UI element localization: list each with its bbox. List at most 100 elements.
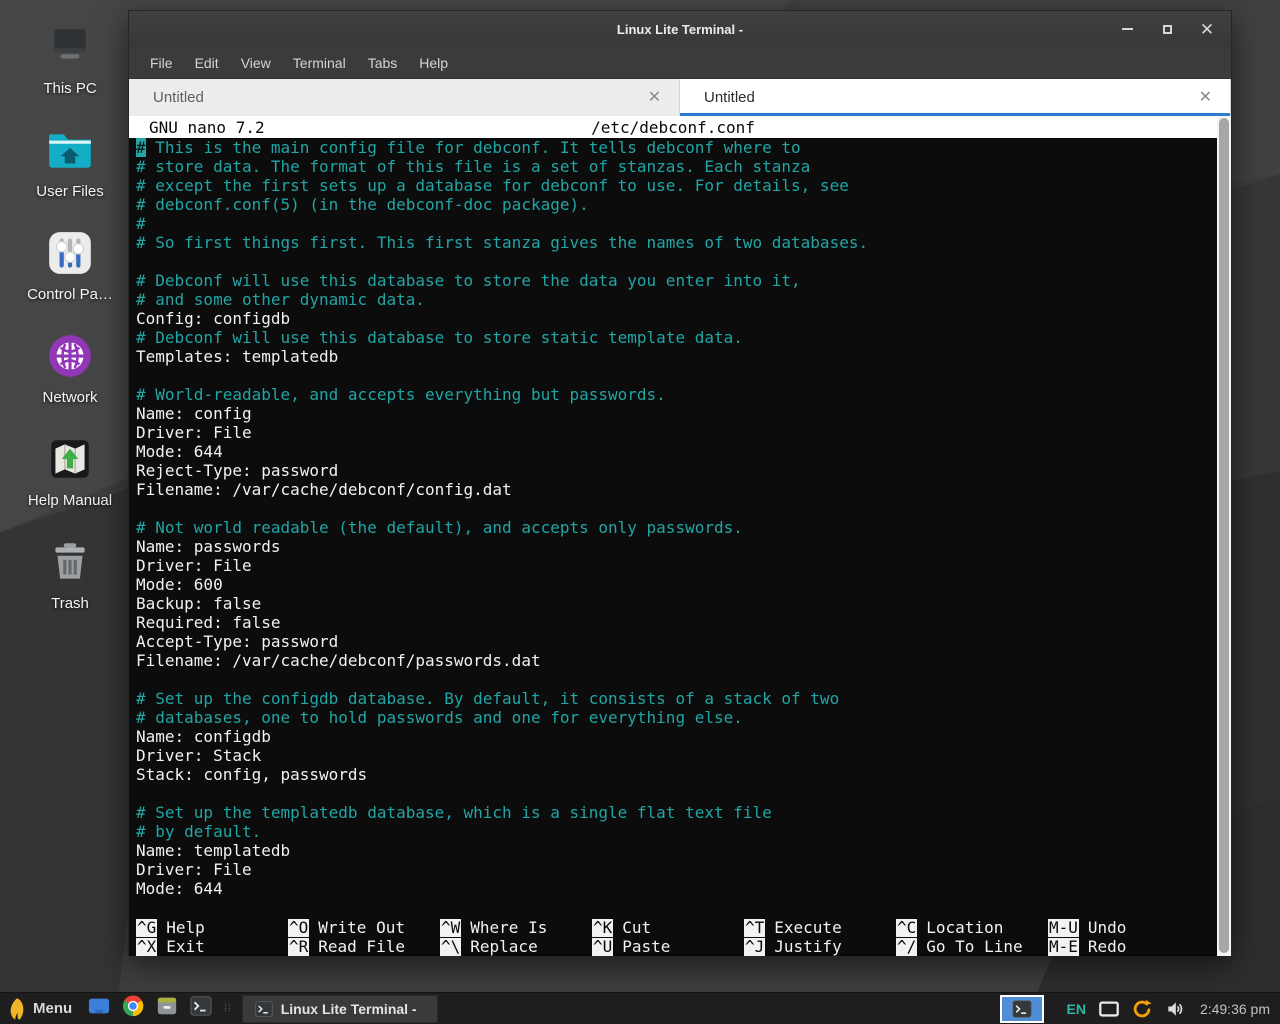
shortcut-go-to-line[interactable]: ^/ Go To Line [896, 937, 1048, 956]
menu-view[interactable]: View [230, 51, 282, 75]
shortcut-exit[interactable]: ^XExit [136, 937, 288, 956]
menu-button[interactable]: Menu [33, 1000, 72, 1017]
shortcut-help[interactable]: ^GHelp [136, 918, 288, 937]
desktop-icon-label: This PC [43, 80, 96, 97]
close-tab-icon[interactable]: ✕ [644, 88, 665, 108]
shortcut-key: ^/ [896, 938, 917, 956]
desktop-icon-this-pc[interactable]: This PC [8, 22, 132, 97]
terminal-launcher[interactable] [189, 997, 213, 1021]
shortcut-key: ^J [744, 938, 765, 956]
shortcut-label: Execute [774, 918, 841, 937]
nano-line: # This is the main config file for debco… [136, 138, 1217, 157]
nano-line: # by default. [136, 822, 1217, 841]
scrollbar-thumb[interactable] [1219, 118, 1229, 953]
chrome-launcher[interactable] [121, 997, 145, 1021]
desktop-icon-network[interactable]: Network [8, 331, 132, 406]
nano-line: Name: passwords [136, 537, 1217, 556]
shortcut-read-file[interactable]: ^RRead File [288, 937, 440, 956]
desktop-icon-label: Help Manual [28, 492, 112, 509]
nano-line: # and some other dynamic data. [136, 290, 1217, 309]
control-panel-icon [45, 228, 95, 278]
nano-line: # Debconf will use this database to stor… [136, 328, 1217, 347]
linux-lite-logo-icon[interactable] [8, 997, 26, 1021]
desktop-icon-trash[interactable]: Trash [8, 537, 132, 612]
shortcut-where-is[interactable]: ^WWhere Is [440, 918, 592, 937]
nano-line: # Set up the configdb database. By defau… [136, 689, 1217, 708]
nano-file-path: /etc/debconf.conf [129, 118, 1217, 137]
menu-terminal[interactable]: Terminal [282, 51, 357, 75]
tray-terminal-button[interactable] [1000, 995, 1044, 1023]
shortcut-label: Paste [622, 937, 670, 956]
shortcut-label: Help [166, 918, 205, 937]
volume-icon[interactable] [1164, 999, 1186, 1019]
shortcut-location[interactable]: ^CLocation [896, 918, 1048, 937]
shortcut-replace[interactable]: ^\Replace [440, 937, 592, 956]
menu-edit[interactable]: Edit [184, 51, 230, 75]
desktop: This PC User Files Control Pa… Network Help … [0, 0, 1280, 1024]
minimize-icon[interactable] [1115, 17, 1139, 41]
nano-line [136, 252, 1217, 271]
shortcut-key: ^O [288, 919, 309, 937]
shortcut-label: Where Is [470, 918, 547, 937]
terminal-view[interactable]: GNU nano 7.2 /etc/debconf.conf # This is… [129, 116, 1231, 956]
shortcut-undo[interactable]: M-UUndo [1048, 918, 1200, 937]
tab-bar: Untitled✕Untitled✕ [129, 79, 1231, 116]
tab-2[interactable]: Untitled✕ [680, 79, 1231, 116]
shortcut-execute[interactable]: ^TExecute [744, 918, 896, 937]
nano-line: # So first things first. This first stan… [136, 233, 1217, 252]
nano-line: # store data. The format of this file is… [136, 157, 1217, 176]
shortcut-cut[interactable]: ^KCut [592, 918, 744, 937]
shortcut-paste[interactable]: ^U Paste [592, 937, 744, 956]
window-outline-icon[interactable] [1098, 999, 1120, 1019]
scrollbar[interactable] [1217, 116, 1231, 956]
terminal-icon [190, 995, 212, 1022]
nano-line: Driver: File [136, 423, 1217, 442]
nano-line: Stack: config, passwords [136, 765, 1217, 784]
nano-line: Name: templatedb [136, 841, 1217, 860]
shortcut-justify[interactable]: ^JJustify [744, 937, 896, 956]
nano-line: # databases, one to hold passwords and o… [136, 708, 1217, 727]
nano-line [136, 499, 1217, 518]
nano-line: # Not world readable (the default), and … [136, 518, 1217, 537]
close-tab-icon[interactable]: ✕ [1195, 88, 1216, 108]
nano-line: Filename: /var/cache/debconf/config.dat [136, 480, 1217, 499]
nano-line: Driver: File [136, 860, 1217, 879]
menu-help[interactable]: Help [408, 51, 459, 75]
keyboard-layout-indicator[interactable]: EN [1066, 1001, 1085, 1017]
nano-shortcuts-row2: ^XExit^RRead File^\Replace^U Paste ^JJusti… [136, 937, 1217, 956]
shortcut-label: Go To Line [926, 937, 1022, 956]
shortcut-key: ^K [592, 919, 613, 937]
nano-line: Driver: File [136, 556, 1217, 575]
desktop-icon-help-manual[interactable]: Help Manual [8, 434, 132, 509]
update-icon[interactable] [1131, 999, 1153, 1019]
file-manager-launcher[interactable] [155, 997, 179, 1021]
tab-1[interactable]: Untitled✕ [129, 79, 680, 116]
shortcut-key: ^C [896, 919, 917, 937]
task-button-terminal[interactable]: Linux Lite Terminal - [242, 995, 438, 1023]
shortcut-redo[interactable]: M-ERedo [1048, 937, 1200, 956]
shortcut-write-out[interactable]: ^O Write Out [288, 918, 440, 937]
desktop-icon-label: Control Pa… [27, 286, 113, 303]
menu-file[interactable]: File [139, 51, 184, 75]
desktop-icons: This PC User Files Control Pa… Network Help … [8, 22, 132, 612]
clock[interactable]: 2:49:36 pm [1200, 1001, 1270, 1017]
file-manager-icon [156, 995, 178, 1022]
nano-line: Templates: templatedb [136, 347, 1217, 366]
menu-tabs[interactable]: Tabs [357, 51, 409, 75]
workspaces-launcher[interactable] [87, 997, 111, 1021]
nano-body[interactable]: # This is the main config file for debco… [129, 138, 1217, 918]
maximize-icon[interactable] [1155, 17, 1179, 41]
close-icon[interactable]: ✕ [1195, 17, 1219, 41]
nano-line: # World-readable, and accepts everything… [136, 385, 1217, 404]
title-bar[interactable]: Linux Lite Terminal - ✕ [129, 11, 1231, 47]
nano-line: # Debconf will use this database to stor… [136, 271, 1217, 290]
desktop-icon-user-files[interactable]: User Files [8, 125, 132, 200]
shortcut-label: Write Out [318, 918, 405, 937]
tab-label: Untitled [153, 89, 644, 106]
shortcut-label: Redo [1088, 937, 1127, 956]
shortcut-label: Undo [1088, 918, 1127, 937]
nano-shortcuts: ^GHelp^O Write Out ^WWhere Is^KCut^TExecut… [129, 918, 1217, 956]
nano-line: # debconf.conf(5) (in the debconf-doc pa… [136, 195, 1217, 214]
desktop-icon-control-panel[interactable]: Control Pa… [8, 228, 132, 303]
shortcut-key: ^U [592, 938, 613, 956]
